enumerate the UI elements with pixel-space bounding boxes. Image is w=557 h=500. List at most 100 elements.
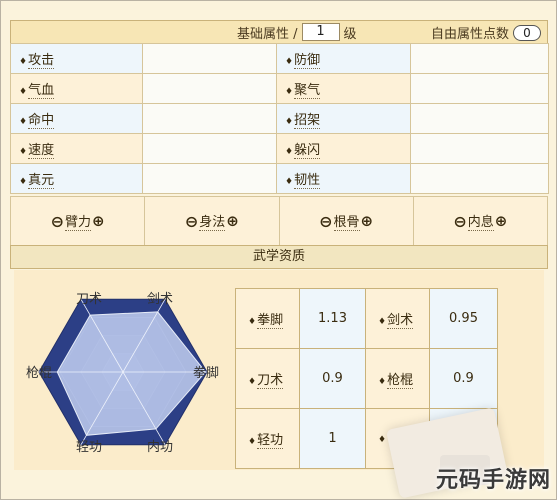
diamond-icon: ♦ [19, 117, 28, 127]
attr-label: 命中 [28, 113, 55, 129]
aptitude-label: 剑术 [387, 313, 414, 329]
table-row: ♦气血 ♦聚气 [10, 73, 549, 104]
point-label: 内息 [467, 211, 494, 231]
attr-value [410, 103, 549, 134]
point-cell: ⊖ 身法 ⊕ [145, 197, 280, 245]
attr-label: 聚气 [294, 83, 321, 99]
martial-section-title: 武学资质 [10, 245, 548, 269]
attr-cell[interactable]: ♦韧性 [276, 163, 411, 194]
free-points: 自由属性点数 0 [431, 23, 541, 42]
attr-cell[interactable]: ♦躲闪 [276, 133, 411, 164]
attr-cell[interactable]: ♦攻击 [10, 43, 143, 74]
attr-value [410, 43, 549, 74]
point-label: 臂力 [65, 211, 92, 231]
point-cell: ⊖ 内息 ⊕ [414, 197, 547, 245]
attribute-table: ♦攻击 ♦防御 ♦气血 ♦聚气 ♦命中 ♦招架 ♦速度 ♦躲闪 ♦真元 ♦韧性 [10, 43, 549, 194]
radar-label-light: 轻功 [76, 440, 103, 455]
basic-attributes-title: 基础属性 / [237, 26, 298, 42]
aptitude-label: 刀术 [257, 373, 284, 389]
minus-icon[interactable]: ⊖ [453, 212, 466, 231]
plus-icon[interactable]: ⊕ [495, 212, 508, 230]
attr-label: 防御 [294, 53, 321, 69]
radar-label-spear: 枪棍 [26, 366, 53, 381]
attr-label: 韧性 [294, 173, 321, 189]
point-label: 根骨 [333, 211, 360, 231]
diamond-icon: ♦ [285, 117, 294, 127]
attr-value [410, 73, 549, 104]
aptitude-name[interactable]: ♦拳脚 [235, 288, 300, 349]
free-points-value: 0 [513, 24, 541, 41]
attr-cell[interactable]: ♦速度 [10, 133, 143, 164]
aptitude-value: 0.9 [299, 348, 366, 409]
attr-label: 攻击 [28, 53, 55, 69]
free-points-label: 自由属性点数 [430, 27, 509, 42]
diamond-icon: ♦ [248, 317, 257, 327]
minus-icon[interactable]: ⊖ [51, 212, 64, 231]
aptitude-value: 0.9 [429, 348, 498, 409]
radar-label-blade: 刀术 [76, 292, 103, 307]
table-row: ♦刀术 0.9 ♦枪棍 0.9 [235, 348, 498, 409]
minus-icon[interactable]: ⊖ [185, 212, 198, 231]
table-row: ♦速度 ♦躲闪 [10, 133, 549, 164]
aptitude-name[interactable]: ♦刀术 [235, 348, 300, 409]
attr-cell[interactable]: ♦防御 [276, 43, 411, 74]
diamond-icon: ♦ [248, 437, 257, 447]
point-allocation-row: ⊖ 臂力 ⊕ ⊖ 身法 ⊕ ⊖ 根骨 ⊕ ⊖ 内息 ⊕ [10, 196, 548, 246]
aptitude-name[interactable]: ♦枪棍 [365, 348, 430, 409]
watermark-logo: 元码手游网 [435, 468, 551, 493]
diamond-icon: ♦ [248, 377, 257, 387]
attribute-header: 基础属性 / 1 级 自由属性点数 0 [10, 20, 548, 44]
attr-value [410, 133, 549, 164]
minus-icon[interactable]: ⊖ [319, 212, 332, 231]
plus-icon[interactable]: ⊕ [226, 212, 239, 230]
plus-icon[interactable]: ⊕ [92, 212, 105, 230]
attr-cell[interactable]: ♦气血 [10, 73, 143, 104]
level-group: 基础属性 / 1 级 [237, 23, 357, 42]
aptitude-name[interactable]: ♦轻功 [235, 408, 300, 469]
radar-label-fist: 拳脚 [193, 366, 220, 381]
diamond-icon: ♦ [285, 57, 294, 67]
attr-value [142, 163, 277, 194]
aptitude-label: 轻功 [257, 433, 284, 449]
attr-cell[interactable]: ♦招架 [276, 103, 411, 134]
diamond-icon: ♦ [19, 147, 28, 157]
aptitude-value: 1 [299, 408, 366, 469]
attr-label: 速度 [28, 143, 55, 159]
diamond-icon: ♦ [285, 177, 294, 187]
attr-value [410, 163, 549, 194]
level-input[interactable]: 1 [301, 23, 340, 41]
attr-value [142, 43, 277, 74]
attr-label: 真元 [28, 173, 55, 189]
radar-label-sword: 剑术 [147, 292, 174, 307]
diamond-icon: ♦ [378, 317, 387, 327]
radar-label-inner: 内功 [147, 440, 174, 455]
aptitude-label: 拳脚 [257, 313, 284, 329]
attr-label: 躲闪 [294, 143, 321, 159]
attr-cell[interactable]: ♦真元 [10, 163, 143, 194]
point-label: 身法 [199, 211, 226, 231]
attr-cell[interactable]: ♦聚气 [276, 73, 411, 104]
point-cell: ⊖ 臂力 ⊕ [11, 197, 146, 245]
diamond-icon: ♦ [285, 147, 294, 157]
aptitude-value: 0.95 [429, 288, 498, 349]
attr-label: 气血 [28, 83, 55, 99]
attr-value [142, 73, 277, 104]
diamond-icon: ♦ [378, 377, 387, 387]
aptitude-name[interactable]: ♦剑术 [365, 288, 430, 349]
attr-cell[interactable]: ♦命中 [10, 103, 143, 134]
plus-icon[interactable]: ⊕ [361, 212, 374, 230]
diamond-icon: ♦ [285, 87, 294, 97]
diamond-icon: ♦ [19, 57, 28, 67]
diamond-icon: ♦ [378, 435, 387, 445]
table-row: ♦攻击 ♦防御 [10, 43, 549, 74]
aptitude-label: 枪棍 [387, 373, 414, 389]
attr-label: 招架 [294, 113, 321, 129]
level-unit: 级 [343, 26, 357, 42]
point-cell: ⊖ 根骨 ⊕ [280, 197, 414, 245]
table-row: ♦命中 ♦招架 [10, 103, 549, 134]
aptitude-value: 1.13 [299, 288, 366, 349]
table-row: ♦拳脚 1.13 ♦剑术 0.95 [235, 288, 498, 349]
attr-value [142, 103, 277, 134]
diamond-icon: ♦ [19, 87, 28, 97]
table-row: ♦真元 ♦韧性 [10, 163, 549, 194]
